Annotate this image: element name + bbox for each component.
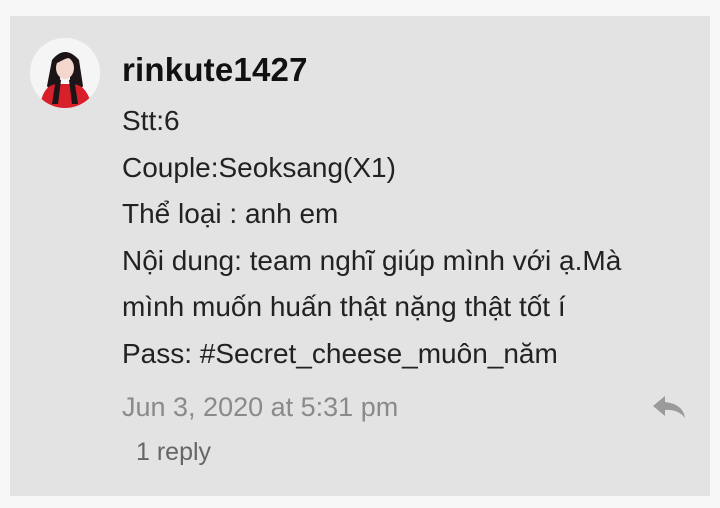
comment-line: Thể loại : anh em	[122, 198, 339, 229]
reply-arrow-icon[interactable]	[650, 390, 688, 424]
comment-line: Nội dung: team nghĩ giúp mình với ạ.Mà	[122, 244, 622, 276]
comment-content: rinkute1427 Stt:6 Couple:Seoksang(X1) Th…	[122, 46, 692, 377]
comment-card: rinkute1427 Stt:6 Couple:Seoksang(X1) Th…	[10, 16, 710, 496]
reply-count-link[interactable]: 1 reply	[136, 432, 211, 472]
comment-line: Stt:6	[122, 105, 180, 136]
username[interactable]: rinkute1427	[122, 46, 692, 94]
comment-line: Pass: #Secret_cheese_muôn_năm	[122, 337, 558, 369]
comment-line: Couple:Seoksang(X1)	[122, 151, 396, 183]
avatar[interactable]	[30, 38, 100, 108]
comment-body: Stt:6 Couple:Seoksang(X1) Thể loại : anh…	[122, 98, 692, 377]
avatar-image	[30, 38, 100, 108]
comment-line: mình muốn huấn thật nặng thật tốt í	[122, 291, 566, 322]
timestamp: Jun 3, 2020 at 5:31 pm	[122, 392, 399, 422]
